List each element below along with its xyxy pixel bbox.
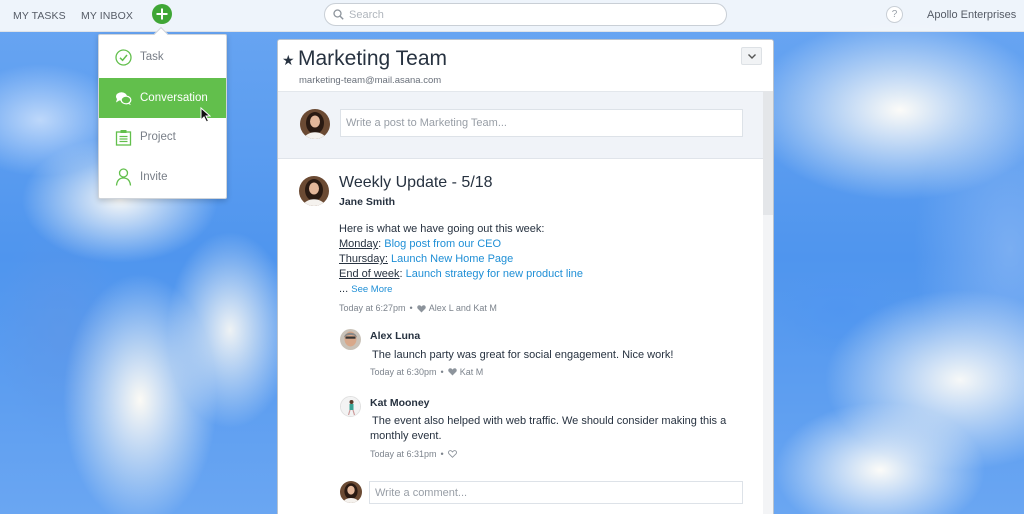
add-button[interactable] <box>152 4 172 24</box>
menu-item-task[interactable]: Task <box>99 37 226 77</box>
ellipsis: ... <box>339 283 349 295</box>
nav-my-inbox[interactable]: MY INBOX <box>81 10 133 22</box>
mouse-cursor-icon <box>200 107 211 123</box>
post-title: Weekly Update - 5/18 <box>339 174 493 191</box>
post-meta: Today at 6:27pm • Alex L and Kat M <box>339 301 583 316</box>
post-line-link[interactable]: Blog post from our CEO <box>384 238 501 250</box>
heart-outline-icon[interactable] <box>447 450 457 458</box>
commenter-avatar <box>340 329 361 350</box>
panel-header: ★ Marketing Team marketing-team@mail.asa… <box>278 40 773 91</box>
commenter-avatar <box>340 396 361 417</box>
menu-item-label: Project <box>140 131 176 143</box>
post-composer <box>278 91 763 159</box>
post-line-label: End of week <box>339 268 400 280</box>
scrollbar[interactable] <box>763 91 773 514</box>
menu-item-label: Task <box>140 51 164 63</box>
check-circle-icon <box>115 48 132 66</box>
team-email: marketing-team@mail.asana.com <box>299 75 442 86</box>
post-timestamp[interactable]: Today at 6:27pm <box>339 301 406 316</box>
author-avatar <box>299 176 329 206</box>
search-bar <box>324 3 727 26</box>
menu-item-label: Invite <box>140 171 168 183</box>
search-icon <box>333 9 344 20</box>
post-line: Thursday: Launch New Home Page <box>339 252 583 267</box>
panel-title: Marketing Team <box>298 47 448 70</box>
comment-text: The event also helped with web traffic. … <box>370 415 727 442</box>
post-likes[interactable]: Alex L and Kat M <box>429 301 497 316</box>
conversation-panel: ★ Marketing Team marketing-team@mail.asa… <box>277 39 774 514</box>
organization-name[interactable]: Apollo Enterprises <box>927 9 1016 21</box>
star-icon[interactable]: ★ <box>282 52 295 69</box>
comment-author[interactable]: Alex Luna <box>370 330 420 342</box>
menu-item-invite[interactable]: Invite <box>99 157 226 197</box>
separator-dot: • <box>440 449 444 459</box>
post-line-label: Monday <box>339 238 379 250</box>
nav-my-tasks[interactable]: MY TASKS <box>13 10 66 22</box>
post-body: Here is what we have going out this week… <box>339 222 583 316</box>
post-line-link[interactable]: Launch strategy for new product line <box>406 268 583 280</box>
chevron-down-icon <box>747 53 756 59</box>
scrollbar-thumb[interactable] <box>763 91 773 215</box>
post-line-link[interactable]: Launch New Home Page <box>391 253 513 265</box>
person-icon <box>115 168 132 186</box>
see-more-link[interactable]: See More <box>351 284 392 295</box>
top-bar: MY TASKS MY INBOX ? Apollo Enterprises <box>0 0 1024 32</box>
clipboard-icon <box>115 129 132 146</box>
help-button[interactable]: ? <box>886 6 903 23</box>
comment-meta: Today at 6:30pm • Kat M <box>370 367 483 377</box>
menu-item-project[interactable]: Project <box>99 117 226 157</box>
plus-icon <box>156 8 168 20</box>
post-line: Monday: Blog post from our CEO <box>339 237 583 252</box>
comment-text: The launch party was great for social en… <box>372 349 674 361</box>
avatar <box>300 109 330 139</box>
separator-dot: • <box>440 367 444 377</box>
post-author[interactable]: Jane Smith <box>339 196 395 208</box>
comment-timestamp[interactable]: Today at 6:31pm <box>370 449 437 459</box>
heart-filled-icon[interactable] <box>447 368 457 376</box>
post-line: End of week: Launch strategy for new pro… <box>339 267 583 282</box>
comment-meta: Today at 6:31pm • <box>370 449 460 459</box>
heart-filled-icon[interactable] <box>416 304 426 313</box>
comment-input[interactable] <box>369 481 743 504</box>
post-intro: Here is what we have going out this week… <box>339 223 545 235</box>
separator-dot: • <box>409 303 413 313</box>
comment-likes[interactable]: Kat M <box>460 367 484 377</box>
menu-item-label: Conversation <box>140 92 208 104</box>
avatar <box>340 481 362 503</box>
post-line-label: Thursday: <box>339 253 388 265</box>
panel-options-button[interactable] <box>741 47 762 65</box>
search-input[interactable] <box>349 8 709 21</box>
comment-timestamp[interactable]: Today at 6:30pm <box>370 367 437 377</box>
chat-bubbles-icon <box>116 91 132 105</box>
comment-author[interactable]: Kat Mooney <box>370 397 430 409</box>
post-input[interactable] <box>340 109 743 137</box>
